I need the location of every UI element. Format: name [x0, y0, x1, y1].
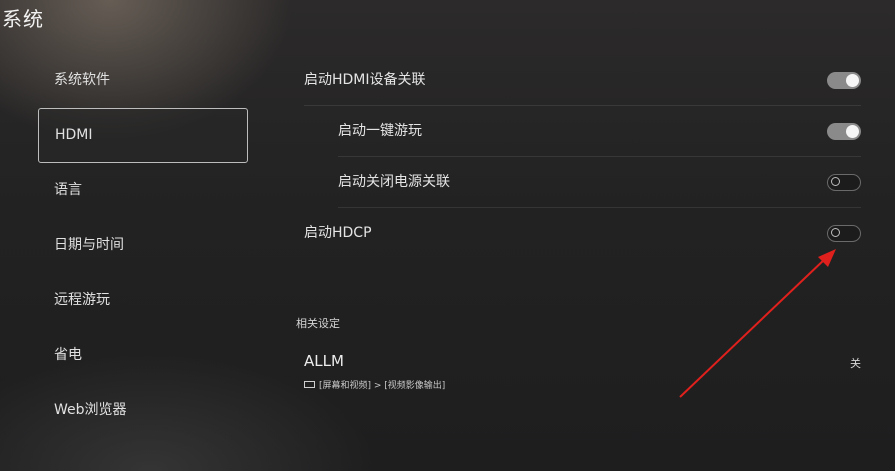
sidebar-item-web-browser[interactable]: Web浏览器: [38, 383, 248, 438]
toggle-knob: [846, 74, 859, 87]
power-off-link-toggle[interactable]: [827, 174, 861, 191]
setting-row-one-touch-play[interactable]: 启动一键游玩: [338, 106, 861, 157]
setting-label: 启动HDCP: [304, 225, 372, 241]
sidebar-item-system-software[interactable]: 系统软件: [38, 53, 248, 108]
related-settings-heading: 相关设定: [296, 317, 340, 330]
toggle-knob: [831, 228, 840, 237]
screen-icon: [304, 381, 315, 388]
allm-setting-row[interactable]: ALLM 关 [屏幕和视频] > [视频影像输出]: [304, 352, 861, 396]
page-title: 系统: [2, 7, 44, 31]
sidebar-item-hdmi[interactable]: HDMI: [38, 108, 248, 163]
setting-label: 启动关闭电源关联: [338, 174, 450, 190]
setting-label: 启动一键游玩: [338, 123, 422, 139]
setting-row-hdcp[interactable]: 启动HDCP: [304, 208, 861, 259]
one-touch-play-toggle[interactable]: [827, 123, 861, 140]
allm-value: 关: [850, 357, 861, 370]
allm-title: ALLM: [304, 352, 344, 370]
allm-path: [屏幕和视频] > [视频影像输出]: [304, 378, 445, 391]
toggle-knob: [831, 177, 840, 186]
setting-label: 启动HDMI设备关联: [304, 72, 426, 88]
toggle-knob: [846, 125, 859, 138]
sidebar-item-date-time[interactable]: 日期与时间: [38, 218, 248, 273]
setting-row-hdmi-device-link[interactable]: 启动HDMI设备关联: [304, 55, 861, 106]
hdcp-toggle[interactable]: [827, 225, 861, 242]
setting-row-power-off-link[interactable]: 启动关闭电源关联: [338, 157, 861, 208]
hdmi-device-link-toggle[interactable]: [827, 72, 861, 89]
sidebar-item-remote-play[interactable]: 远程游玩: [38, 273, 248, 328]
sidebar: 系统软件 HDMI 语言 日期与时间 远程游玩 省电 Web浏览器: [38, 53, 248, 438]
settings-panel: 启动HDMI设备关联 启动一键游玩 启动关闭电源关联 启动HDCP: [304, 55, 861, 259]
sidebar-item-power-saving[interactable]: 省电: [38, 328, 248, 383]
allm-path-text: [屏幕和视频] > [视频影像输出]: [319, 381, 446, 391]
sidebar-item-language[interactable]: 语言: [38, 163, 248, 218]
